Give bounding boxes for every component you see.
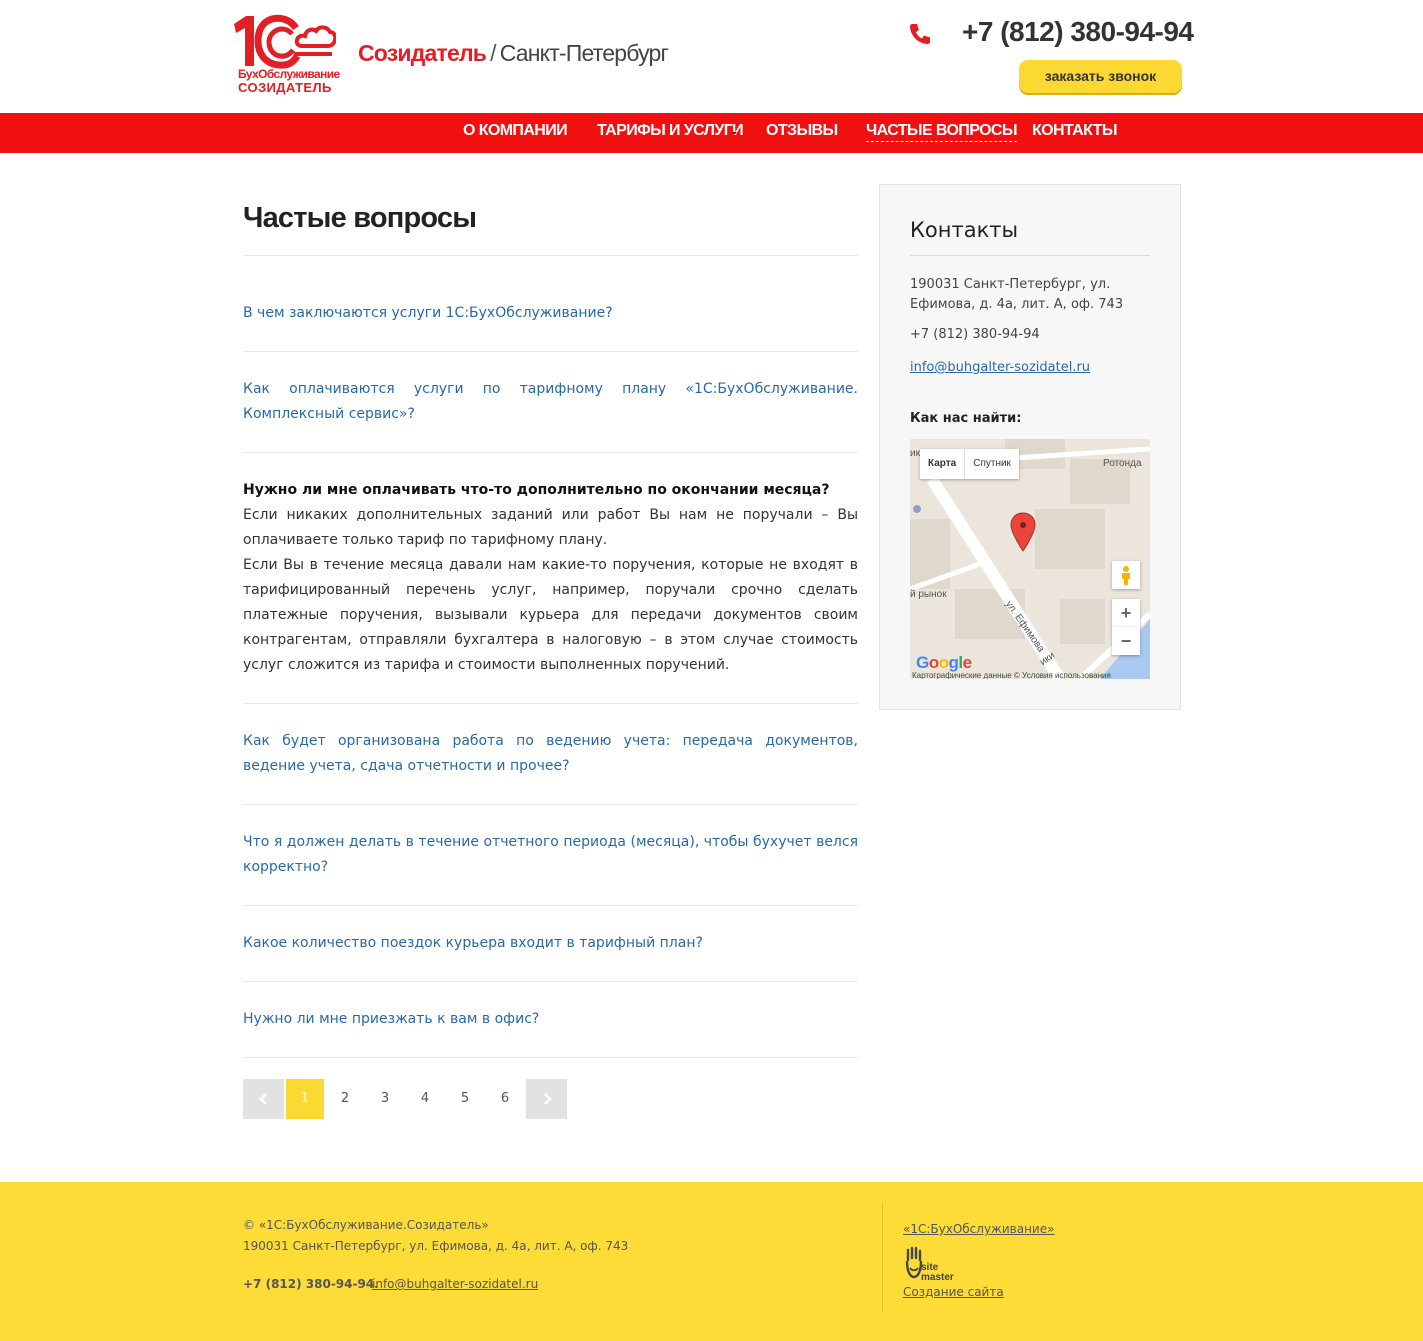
site-header: БухОбслуживание СОЗИДАТЕЛЬ Созидатель / Са…	[0, 0, 1423, 113]
site-footer: © «1С:БухОбслуживание.Созидатель» 190031…	[0, 1182, 1423, 1341]
zoom-in-button[interactable]: +	[1112, 599, 1140, 627]
map-type-map-button[interactable]: Карта	[920, 449, 966, 479]
faq-question-5[interactable]: Что я должен делать в течение отчетного …	[243, 830, 858, 880]
map-label: Ротонда	[1103, 458, 1142, 469]
contacts-sidebar: Контакты 190031 Санкт-Петербург, ул. Ефи…	[879, 184, 1181, 710]
map-label: й рынок	[910, 589, 947, 600]
divider	[243, 452, 858, 453]
pagination-next-button[interactable]	[526, 1079, 567, 1119]
divider	[243, 905, 858, 906]
nav-item-reviews[interactable]: ОТЗЫВЫ	[766, 122, 838, 140]
logo-company: СОЗИДАТЕЛЬ	[238, 80, 332, 95]
chevron-left-icon	[258, 1093, 267, 1105]
sitemaster-text: site master	[921, 1263, 954, 1283]
footer-email-link[interactable]: info@buhgalter-sozidatel.ru	[372, 1277, 538, 1291]
divider	[243, 981, 858, 982]
faq-question-1[interactable]: В чем заключаются услуги 1С:БухОбслужива…	[243, 301, 858, 326]
nav-item-faq[interactable]: ЧАСТЫЕ ВОПРОСЫ	[866, 122, 1018, 142]
pegman-icon[interactable]	[1112, 561, 1140, 589]
chevron-down-icon[interactable]	[731, 132, 737, 135]
faq-question-6[interactable]: Какое количество поездок курьера входит …	[243, 931, 858, 956]
faq-question-3-expanded[interactable]: Нужно ли мне оплачивать что-то дополните…	[243, 478, 830, 503]
footer-address: 190031 Санкт-Петербург, ул. Ефимова, д. …	[243, 1239, 629, 1253]
divider	[243, 703, 858, 704]
header-phone[interactable]: +7 (812) 380-94-94	[962, 16, 1194, 48]
faq-question-2[interactable]: Как оплачиваются услуги по тарифному пла…	[243, 377, 858, 427]
phone-icon	[908, 22, 932, 46]
logo-subtitle: БухОбслуживание	[238, 67, 340, 81]
map-type-switch: Карта Спутник	[920, 449, 1019, 479]
google-map[interactable]: Карта Спутник ик Ротонда й рынок ул. Ефи…	[910, 439, 1150, 679]
callback-button[interactable]: заказать звонок	[1019, 60, 1182, 93]
footer-divider	[882, 1202, 883, 1312]
brand-name: Созидатель	[358, 40, 487, 66]
sidebar-address: 190031 Санкт-Петербург, ул. Ефимова, д. …	[910, 277, 1124, 312]
faq-answer-paragraph: Если никаких дополнительных заданий или …	[243, 507, 858, 548]
faq-answer: Если никаких дополнительных заданий или …	[243, 503, 858, 678]
pagination-prev-button[interactable]	[243, 1079, 284, 1119]
footer-copyright: © «1С:БухОбслуживание.Созидатель»	[243, 1218, 489, 1232]
faq-question-4[interactable]: Как будет организована работа по ведению…	[243, 729, 858, 779]
zoom-out-button[interactable]: −	[1112, 627, 1140, 655]
sidebar-phone: +7 (812) 380-94-94	[910, 327, 1040, 342]
faq-question-7[interactable]: Нужно ли мне приезжать к вам в офис?	[243, 1007, 858, 1032]
chevron-right-icon	[543, 1093, 552, 1105]
sidebar-email-link[interactable]: info@buhgalter-sozidatel.ru	[910, 360, 1090, 375]
pagination-page[interactable]: 5	[445, 1079, 485, 1119]
brand-city: Санкт-Петербург	[499, 40, 669, 66]
divider	[243, 1057, 858, 1058]
page-title: Частые вопросы	[243, 202, 477, 234]
divider	[243, 255, 858, 256]
nav-item-tariffs[interactable]: ТАРИФЫ И УСЛУГИ	[597, 122, 744, 140]
faq-answer-paragraph: Если Вы в течение месяца давали нам каки…	[243, 557, 858, 673]
sidebar-title: Контакты	[910, 218, 1019, 242]
sitemaster-line: master	[921, 1272, 954, 1283]
main-nav: О КОМПАНИИ ТАРИФЫ И УСЛУГИ ОТЗЫВЫ ЧАСТЫЕ…	[0, 113, 1423, 153]
divider	[243, 351, 858, 352]
map-type-satellite-button[interactable]: Спутник	[965, 449, 1019, 479]
pagination-page[interactable]: 4	[405, 1079, 445, 1119]
site-creation-link[interactable]: Создание сайта	[903, 1285, 1004, 1299]
find-us-label: Как нас найти:	[910, 411, 1022, 426]
map-attribution[interactable]: Картографические данные © Условия исполь…	[912, 671, 1111, 679]
pagination-page[interactable]: 3	[365, 1079, 405, 1119]
footer-1c-link[interactable]: «1С:БухОбслуживание»	[903, 1222, 1054, 1236]
map-label: ик	[910, 448, 920, 459]
divider	[243, 804, 858, 805]
nav-item-contacts[interactable]: КОНТАКТЫ	[1032, 122, 1117, 140]
pagination-page[interactable]: 6	[485, 1079, 525, 1119]
brand-separator: /	[490, 40, 496, 66]
pagination-page[interactable]: 2	[325, 1079, 365, 1119]
nav-item-about[interactable]: О КОМПАНИИ	[463, 122, 568, 140]
pagination-page[interactable]: 1	[286, 1079, 324, 1119]
brand-title: Созидатель / Санкт-Петербург	[358, 40, 669, 67]
divider	[910, 255, 1150, 256]
footer-phone: +7 (812) 380-94-94.	[243, 1277, 379, 1291]
google-logo: Google	[916, 653, 972, 672]
